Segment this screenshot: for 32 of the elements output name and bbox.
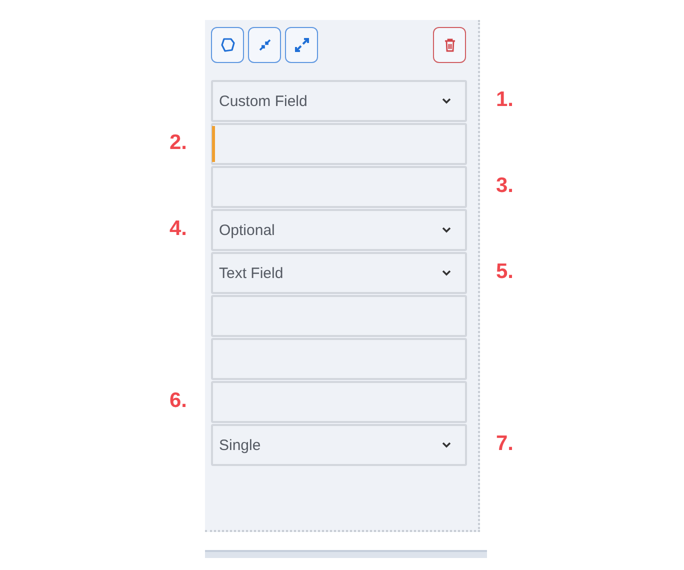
input-field[interactable] xyxy=(211,381,467,423)
polygon-button[interactable] xyxy=(211,27,244,63)
collapse-button[interactable] xyxy=(248,27,281,63)
trash-icon xyxy=(444,38,456,52)
callout-number: 1. xyxy=(496,88,514,112)
dropdown-value: Text Field xyxy=(219,264,284,282)
chevron-down-icon xyxy=(442,442,451,448)
chevron-down-icon xyxy=(442,270,451,276)
dropdown-value: Optional xyxy=(219,222,276,238)
collapse-icon xyxy=(258,38,272,52)
dropdown-value: Single xyxy=(219,436,262,454)
expand-icon xyxy=(292,36,310,54)
input-field[interactable] xyxy=(211,123,467,165)
callout-number: 7. xyxy=(496,432,514,456)
callout-number: 4. xyxy=(169,217,187,241)
polygon-icon xyxy=(220,37,236,53)
dropdown-field[interactable]: Optional xyxy=(211,209,467,251)
callout-number: 2. xyxy=(169,131,187,155)
dropdown-field[interactable]: Text Field xyxy=(211,252,467,294)
chevron-down-icon xyxy=(442,227,451,233)
dropdown-field[interactable]: Single xyxy=(211,424,467,466)
callout-number: 3. xyxy=(496,174,514,198)
dropdown-field[interactable]: Custom Field xyxy=(211,80,467,122)
input-field[interactable] xyxy=(211,166,467,208)
callout-number: 5. xyxy=(496,260,514,284)
callout-number: 6. xyxy=(169,389,187,413)
input-field[interactable] xyxy=(211,338,467,380)
delete-button[interactable] xyxy=(433,27,466,63)
dropdown-value: Custom Field xyxy=(219,92,308,110)
chevron-down-icon xyxy=(442,98,451,104)
expand-button[interactable] xyxy=(285,27,318,63)
input-field[interactable] xyxy=(211,295,467,337)
